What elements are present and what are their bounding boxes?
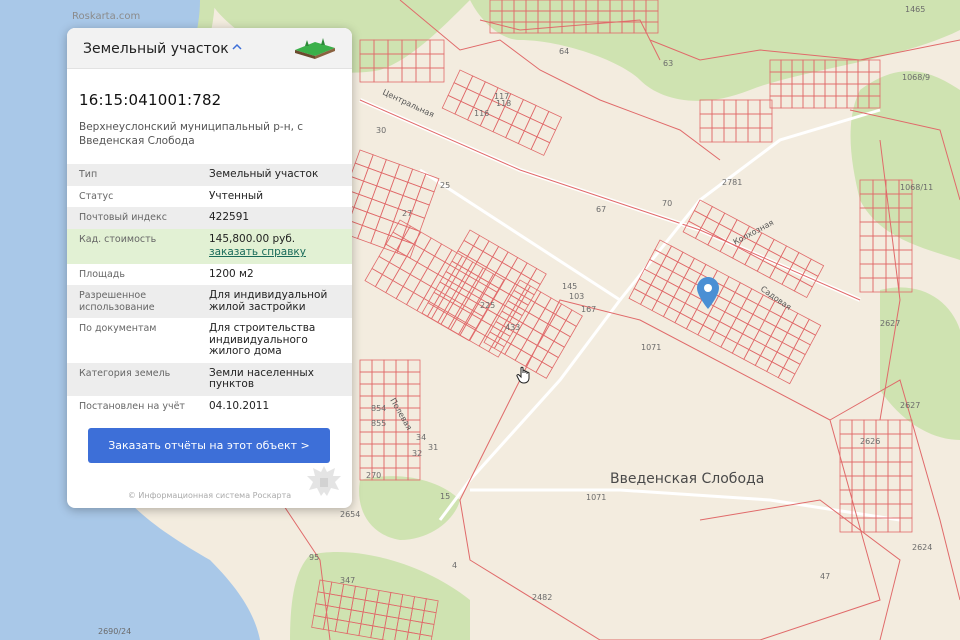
parcel-number-label: 854: [371, 404, 386, 413]
map-pin-icon[interactable]: [697, 277, 719, 309]
card-header[interactable]: Земельный участок: [67, 28, 352, 69]
attr-row-status: Статус Учтенный: [67, 186, 352, 208]
attr-value: 145,800.00 руб.: [209, 232, 296, 245]
parcel-number-label: 1068/11: [900, 183, 933, 192]
parcel-address: Верхнеуслонский муниципальный р-н, с Вве…: [79, 121, 304, 147]
attr-key: Тип: [79, 169, 98, 180]
parcel-number-label: 4: [452, 561, 457, 570]
parcel-number-label: 855: [371, 419, 386, 428]
order-reports-button[interactable]: Заказать отчёты на этот объект >: [88, 428, 330, 463]
attr-row-land-category: Категория земель Земли населенных пункто…: [67, 362, 352, 396]
parcel-number-label: 225: [480, 301, 495, 310]
attr-value: Для строительства индивидуального жилого…: [209, 322, 316, 357]
chevron-up-icon[interactable]: [231, 42, 243, 52]
attr-key: Постановлен на учёт: [79, 400, 185, 412]
parcel-number-label: 31: [428, 443, 438, 452]
parcel-number-label: 63: [663, 59, 673, 68]
attr-row-area: Площадь 1200 м2: [67, 264, 352, 286]
parcel-number-label: 1071: [586, 493, 606, 502]
attr-value: 1200 м2: [209, 267, 254, 280]
attr-value: Для индивидуальной жилой застройки: [209, 289, 328, 313]
parcel-info-card: Земельный участок 16:15:041001:782 Верхн…: [67, 28, 352, 508]
attr-row-documents: По документам Для строительства индивиду…: [67, 318, 352, 363]
parcel-number-label: 167: [581, 305, 596, 314]
parcel-number-label: 67: [596, 205, 606, 214]
attr-key: Категория земель: [79, 367, 171, 379]
map-watermark: Roskarta.com: [72, 11, 141, 22]
parcel-number-label: 2781: [722, 178, 742, 187]
hand-cursor-icon: [516, 366, 530, 384]
attr-value: Земли населенных пунктов: [209, 366, 314, 390]
attr-value: Учтенный: [209, 189, 264, 202]
attr-key: Статус: [79, 190, 114, 202]
parcel-number-label: 2626: [860, 437, 880, 446]
parcel-number-label: 2627: [900, 401, 920, 410]
parcel-number-label: 117: [494, 92, 509, 101]
cadastral-number: 16:15:041001:782: [79, 91, 222, 109]
parcel-number-label: 47: [820, 572, 830, 581]
attr-value: Земельный участок: [209, 168, 319, 180]
parcel-number-label: 1071: [641, 343, 661, 352]
parcel-number-label: 95: [309, 553, 319, 562]
parcel-number-label: 270: [366, 471, 381, 480]
attr-row-type: Тип Земельный участок: [67, 164, 352, 186]
parcel-number-label: 1068/9: [902, 73, 930, 82]
order-certificate-link[interactable]: заказать справку: [209, 246, 340, 259]
parcel-number-label: 30: [376, 126, 386, 135]
parcel-number-label: 103: [569, 292, 584, 301]
parcel-number-label: 25: [440, 181, 450, 190]
card-footer: © Информационная система Роскарта: [127, 491, 292, 500]
parcel-number-label: 34: [416, 433, 426, 442]
parcel-number-label: 2690/24: [98, 627, 131, 636]
parcel-number-label: 15: [440, 492, 450, 501]
attr-value: 04.10.2011: [209, 399, 270, 412]
land-plot-icon: [295, 38, 335, 59]
attr-key: Кад. стоимость: [79, 233, 157, 245]
attribute-table: Тип Земельный участок Статус Учтенный По…: [67, 164, 352, 417]
parcel-number-label: 347: [340, 576, 355, 585]
attr-key: Площадь: [79, 268, 125, 280]
parcel-number-label: 2654: [340, 510, 360, 519]
attr-key: По документам: [79, 323, 157, 334]
locality-label: Введенская Слобода: [610, 471, 765, 487]
parcel-number-label: 64: [559, 47, 569, 56]
attr-row-postcode: Почтовый индекс 422591: [67, 207, 352, 229]
card-title: Земельный участок: [83, 41, 229, 57]
parcel-number-label: 2624: [912, 543, 932, 552]
attr-row-permitted-use: Разрешенное использование Для индивидуал…: [67, 285, 352, 318]
parcel-number-label: 116: [474, 109, 489, 118]
parcel-number-label: 433: [505, 323, 520, 332]
attr-row-cadastral-value: Кад. стоимость 145,800.00 руб. заказать …: [67, 228, 352, 264]
parcel-number-label: 27: [402, 209, 412, 218]
parcel-number-label: 2627: [880, 319, 900, 328]
attr-value: 422591: [209, 211, 250, 223]
parcel-number-label: 145: [562, 282, 577, 291]
parcel-number-label: 70: [662, 199, 672, 208]
parcel-number-label: 1465: [905, 5, 925, 14]
attr-key: Почтовый индекс: [79, 212, 167, 223]
parcel-number-label: 2482: [532, 593, 552, 602]
attr-key: Разрешенное использование: [79, 290, 155, 313]
attr-row-registered-date: Постановлен на учёт 04.10.2011: [67, 396, 352, 418]
parcel-number-label: 32: [412, 449, 422, 458]
